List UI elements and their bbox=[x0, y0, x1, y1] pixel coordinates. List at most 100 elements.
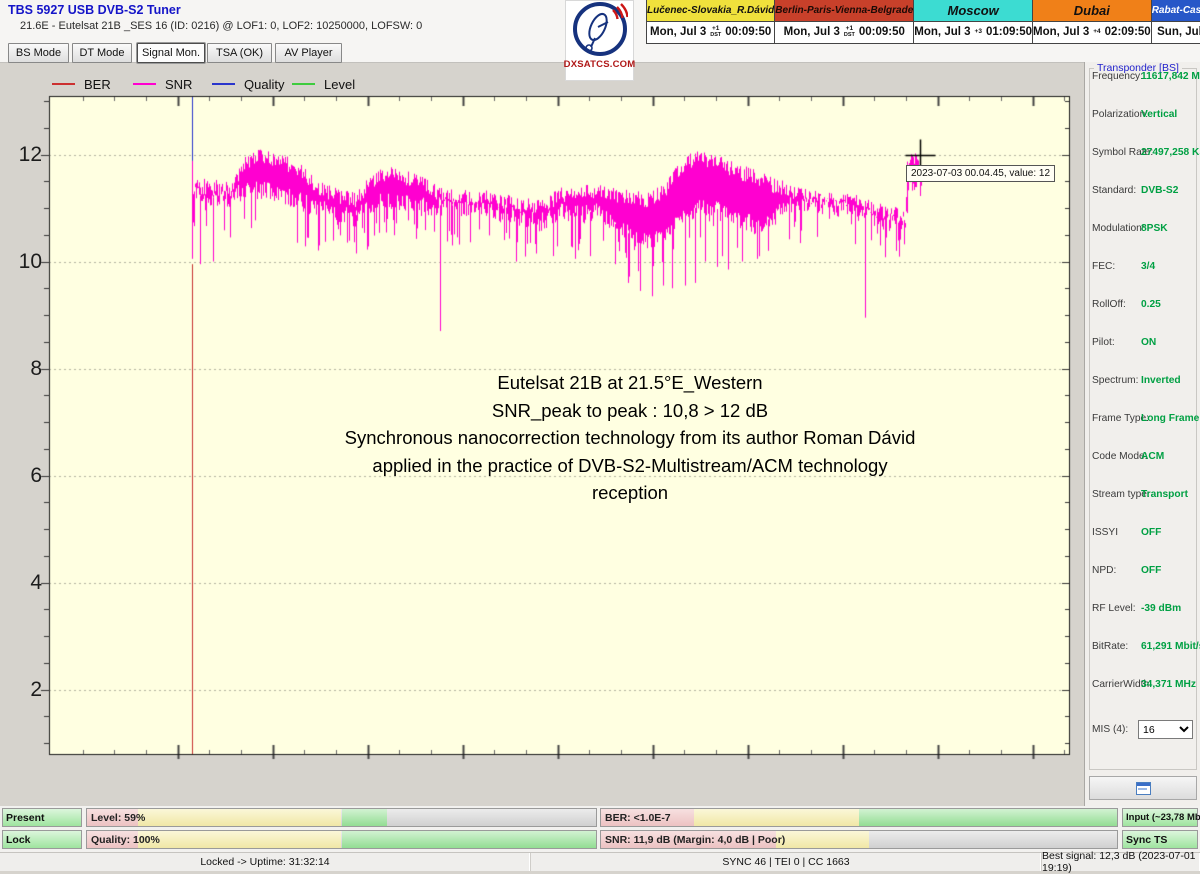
clock-time: 02:09:50 bbox=[1105, 26, 1151, 38]
clock-city-header: Moscow bbox=[914, 0, 1032, 22]
transponder-row-label: ISSYI bbox=[1092, 527, 1140, 538]
transponder-row-value: 11617,842 MHz bbox=[1141, 71, 1198, 82]
sync-ts-indicator: Sync TS bbox=[1122, 830, 1198, 849]
clock-date: Mon, Jul 3 bbox=[650, 26, 706, 38]
status-best-signal: Best signal: 12,3 dB (2023-07-01 19:19) bbox=[1042, 853, 1200, 871]
clock-utc-offset: +1DST bbox=[710, 26, 721, 38]
clock-time: 00:09:50 bbox=[725, 26, 771, 38]
clock-date: Sun, Jul 2 bbox=[1157, 26, 1200, 38]
transponder-row-value: 3/4 bbox=[1141, 261, 1198, 272]
clock-moscow: Moscow Mon, Jul 3 +3 01:09:50 bbox=[914, 0, 1033, 44]
transponder-row-value: ACM bbox=[1141, 451, 1198, 462]
dst-flag: DST bbox=[710, 33, 721, 39]
status-bar: Locked -> Uptime: 31:32:14 SYNC 46 | TEI… bbox=[0, 852, 1200, 871]
transponder-row-value: DVB-S2 bbox=[1141, 185, 1198, 196]
chart-annotation: Eutelsat 21B at 21.5°E_Western SNR_peak … bbox=[340, 369, 920, 507]
transponder-row-label: Frequency: bbox=[1092, 71, 1140, 82]
snr-gauge: SNR: 11,9 dB (Margin: 4,0 dB | Poor) bbox=[600, 830, 1118, 849]
window-subtitle: 21.6E - Eutelsat 21B _SES 16 (ID: 0216) … bbox=[20, 20, 422, 32]
transponder-row-value: OFF bbox=[1141, 527, 1198, 538]
tab-tsa-ok[interactable]: TSA (OK) bbox=[207, 43, 272, 63]
annotation-line: Eutelsat 21B at 21.5°E_Western bbox=[340, 369, 920, 397]
transponder-row-value: Inverted bbox=[1141, 375, 1198, 386]
tab-bs-mode[interactable]: BS Mode bbox=[8, 43, 69, 63]
offset-value: +4 bbox=[1093, 29, 1100, 36]
clock-time: 00:09:50 bbox=[859, 26, 905, 38]
world-clocks: Lučenec-Slovakia_R.DávidMon, Jul 3+1DST0… bbox=[646, 0, 1200, 44]
clock-city-header: Berlin-Paris-Vienna-Belgrade bbox=[775, 0, 913, 22]
transponder-row-label: Standard: bbox=[1092, 185, 1140, 196]
transponder-row-value: Transport bbox=[1141, 489, 1198, 500]
transponder-row-label: Stream type: bbox=[1092, 489, 1140, 500]
lock-indicator: Lock bbox=[2, 830, 82, 849]
legend-color-line bbox=[52, 83, 75, 85]
clock-city-header: Rabat-Casablanca-London bbox=[1152, 0, 1200, 22]
offset-value: +3 bbox=[975, 29, 982, 36]
transponder-row-label: Spectrum: bbox=[1092, 375, 1140, 386]
tab-signal-mon[interactable]: Signal Mon. bbox=[137, 43, 205, 63]
transponder-row-label: Symbol Rate: bbox=[1092, 147, 1140, 158]
transponder-row-value: 27497,258 KS/s bbox=[1141, 147, 1198, 158]
window-icon bbox=[1136, 782, 1151, 795]
mis-select[interactable]: 16 bbox=[1138, 720, 1193, 739]
gauge-text: BER: <1.0E-7 bbox=[605, 812, 671, 824]
transponder-row-label: BitRate: bbox=[1092, 641, 1140, 652]
window-title: TBS 5927 USB DVB-S2 Tuner bbox=[8, 3, 181, 17]
legend-color-line bbox=[212, 83, 235, 85]
clock-date: Mon, Jul 3 bbox=[784, 26, 840, 38]
dxsatcs-logo: DXSATCS.COM bbox=[565, 0, 634, 81]
chart-tooltip: 2023-07-03 00.04.45, value: 12 bbox=[906, 165, 1055, 182]
clock-time: 01:09:50 bbox=[986, 26, 1032, 38]
legend-color-line bbox=[133, 83, 156, 85]
transponder-row-label: CarrierWidth: bbox=[1092, 679, 1140, 690]
transponder-row-value: 34,371 MHz bbox=[1141, 679, 1198, 690]
transponder-row-value: ON bbox=[1141, 337, 1198, 348]
satellite-dish-icon bbox=[572, 1, 628, 58]
gauge-text: Level: 59% bbox=[91, 812, 145, 824]
legend-item-snr: SNR bbox=[133, 77, 192, 91]
gauge-text: SNR: 11,9 dB (Margin: 4,0 dB | Poor) bbox=[605, 834, 785, 846]
present-indicator: Present bbox=[2, 808, 82, 827]
clock-berlin-paris-vienna-belgrade: Berlin-Paris-Vienna-BelgradeMon, Jul 3+1… bbox=[775, 0, 914, 44]
transponder-row-label: FEC: bbox=[1092, 261, 1140, 272]
tab-av-player[interactable]: AV Player bbox=[275, 43, 342, 63]
clock-rabat-casablanca-london: Rabat-Casablanca-LondonSun, Jul 2+123:09… bbox=[1152, 0, 1200, 44]
clock-city-header: Dubai bbox=[1033, 0, 1151, 22]
transponder-row-value: 8PSK bbox=[1141, 223, 1198, 234]
annotation-line: applied in the practice of DVB-S2-Multis… bbox=[340, 452, 920, 507]
transponder-row-value: OFF bbox=[1141, 565, 1198, 576]
clock-time-row: Mon, Jul 3 +3 01:09:50 bbox=[914, 22, 1032, 43]
clock-date: Mon, Jul 3 bbox=[1033, 26, 1089, 38]
input-indicator: Input (~23,78 Mbps) bbox=[1122, 808, 1198, 827]
panel-button[interactable] bbox=[1089, 776, 1197, 800]
transponder-row-label: Code Mode: bbox=[1092, 451, 1140, 462]
annotation-line: Synchronous nanocorrection technology fr… bbox=[340, 424, 920, 452]
transponder-row-label: RollOff: bbox=[1092, 299, 1140, 310]
transponder-row-label: NPD: bbox=[1092, 565, 1140, 576]
legend-item-ber: BER bbox=[52, 77, 111, 91]
transponder-row-value: 61,291 Mbit/s bbox=[1141, 641, 1198, 652]
mis-label: MIS (4): bbox=[1092, 724, 1140, 735]
legend-item-level: Level bbox=[292, 77, 355, 91]
dst-flag: DST bbox=[844, 33, 855, 39]
transponder-row-value: -39 dBm bbox=[1141, 603, 1198, 614]
transponder-row-label: Modulation: bbox=[1092, 223, 1140, 234]
clock-time-row: Sun, Jul 2+123:09:50 bbox=[1152, 22, 1200, 43]
transponder-row-label: RF Level: bbox=[1092, 603, 1140, 614]
clock-utc-offset: +4 bbox=[1093, 29, 1100, 36]
transponder-row-value: Long Frame bbox=[1141, 413, 1198, 424]
ber-gauge: BER: <1.0E-7 bbox=[600, 808, 1118, 827]
tab-dt-mode[interactable]: DT Mode bbox=[72, 43, 132, 63]
legend-color-line bbox=[292, 83, 315, 85]
gauge-zone-green bbox=[859, 809, 1117, 826]
transponder-row-label: Pilot: bbox=[1092, 337, 1140, 348]
quality-gauge: Quality: 100% bbox=[86, 830, 597, 849]
transponder-row-value: Vertical bbox=[1141, 109, 1198, 120]
status-lock-uptime: Locked -> Uptime: 31:32:14 bbox=[0, 853, 531, 871]
status-sync-tei-cc: SYNC 46 | TEI 0 | CC 1663 bbox=[531, 853, 1042, 871]
gauge-zone-yellow bbox=[694, 809, 859, 826]
gauge-zone-green bbox=[342, 809, 388, 826]
transponder-row-value: 0.25 bbox=[1141, 299, 1198, 310]
transponder-row-label: Frame Type: bbox=[1092, 413, 1140, 424]
clock-date: Mon, Jul 3 bbox=[914, 26, 970, 38]
